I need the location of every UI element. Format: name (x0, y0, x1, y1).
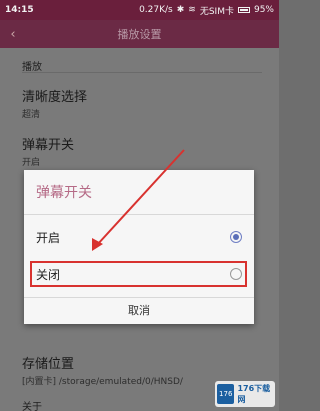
bluetooth-icon: ✱ (176, 5, 185, 15)
dialog-title: 弹幕开关 (36, 185, 92, 201)
setting-title: 弹幕开关 (22, 138, 75, 153)
setting-storage[interactable]: 存储位置 [内置卡] /storage/emulated/0/HNSD/ (22, 353, 183, 387)
option-label: 开启 (36, 230, 61, 245)
status-bar: 14:15 0.27K/s ✱ ≋ 无SIM卡 95% (0, 0, 279, 20)
setting-value: [内置卡] /storage/emulated/0/HNSD/ (22, 377, 183, 387)
setting-danmaku[interactable]: 弹幕开关 开启 (22, 134, 74, 168)
setting-about[interactable]: 关于 (22, 396, 42, 411)
sim-status: 无SIM卡 (199, 6, 234, 17)
battery-icon (237, 7, 250, 13)
wifi-icon: ≋ (188, 5, 196, 15)
setting-title: 存储位置 (22, 357, 75, 372)
data-speed: 0.27K/s (139, 5, 173, 15)
back-arrow-icon[interactable]: ‹ (0, 27, 26, 42)
setting-quality[interactable]: 清晰度选择 超清 (22, 86, 87, 120)
setting-value: 开启 (22, 158, 41, 168)
site-watermark: 176 176下载网 (215, 381, 275, 407)
setting-title: 清晰度选择 (22, 90, 88, 105)
divider (22, 72, 262, 73)
watermark-text: 176下载网 (237, 384, 271, 404)
clock: 14:15 (5, 5, 34, 15)
divider (24, 214, 254, 215)
option-on[interactable]: 开启 (24, 222, 254, 252)
page-title: 播放设置 (117, 28, 162, 41)
battery-level: 95% (253, 5, 274, 15)
highlight-box (30, 261, 247, 287)
section-header-playback: 播放 (22, 62, 42, 73)
watermark-logo-icon: 176 (217, 384, 235, 404)
setting-value: 超清 (22, 110, 41, 120)
cancel-button[interactable]: 取消 (24, 298, 254, 324)
setting-title: 关于 (22, 402, 42, 411)
radio-selected-icon[interactable] (230, 231, 242, 243)
danmaku-dialog: 弹幕开关 开启 关闭 取消 (24, 170, 254, 324)
app-toolbar: ‹ 播放设置 (0, 20, 279, 48)
